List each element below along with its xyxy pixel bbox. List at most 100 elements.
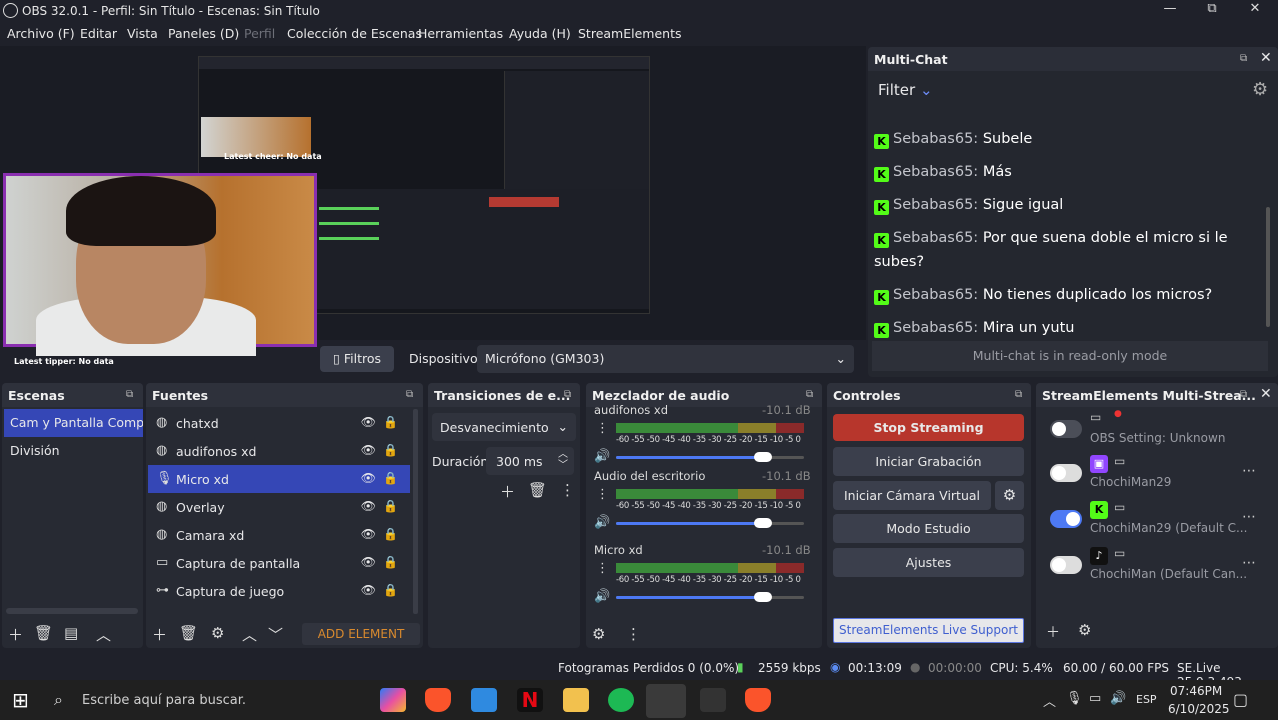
lock-icon[interactable]: 🔒 (383, 499, 398, 513)
eye-icon[interactable]: 👁 (361, 471, 376, 485)
close-button[interactable]: ✕ (1235, 1, 1275, 21)
add-icon[interactable]: ＋ (1046, 622, 1060, 642)
undock-icon[interactable]: ⧉ (126, 389, 133, 400)
more-icon[interactable]: ⋮ (596, 421, 609, 436)
undock-icon[interactable]: ⧉ (1015, 389, 1022, 400)
menu-archivo[interactable]: Archivo (F) (7, 26, 75, 41)
add-element-button[interactable]: ADD ELEMENT (302, 623, 420, 645)
source-row[interactable]: ◍ chatxd 👁 🔒 (148, 409, 410, 437)
stop-streaming-button[interactable]: Stop Streaming (833, 414, 1024, 441)
more-icon[interactable]: ⋮ (596, 561, 609, 576)
filter-dropdown[interactable]: Filter ⌄ (878, 81, 933, 99)
eye-icon[interactable]: 👁 (361, 499, 376, 513)
close-icon[interactable]: ✕ (1260, 386, 1272, 402)
spotify-icon[interactable] (608, 688, 634, 712)
eye-icon[interactable]: 👁 (361, 443, 376, 457)
trash-icon[interactable]: 🗑 (528, 481, 547, 499)
settings-button[interactable]: Ajustes (833, 548, 1024, 577)
lock-icon[interactable]: 🔒 (383, 415, 398, 429)
menu-editar[interactable]: Editar (80, 26, 117, 41)
source-row[interactable]: ◍ Overlay 👁 🔒 (148, 493, 410, 521)
speaker-icon[interactable]: 🔊 (594, 589, 610, 604)
undock-icon[interactable]: ⧉ (1240, 53, 1247, 64)
start-recording-button[interactable]: Iniciar Grabación (833, 447, 1024, 476)
undock-icon[interactable]: ⧉ (406, 389, 413, 400)
horizontal-scrollbar[interactable] (6, 608, 138, 614)
transition-select[interactable]: Desvanecimiento ⌄ (432, 413, 576, 441)
eye-icon[interactable]: 👁 (361, 527, 376, 541)
speaker-icon[interactable]: 🔊 (594, 515, 610, 530)
undock-icon[interactable]: ⧉ (564, 389, 571, 400)
store-icon[interactable] (471, 688, 497, 712)
obs-taskbar-item[interactable] (646, 684, 686, 718)
more-icon[interactable]: ⋯ (1242, 555, 1256, 571)
source-row[interactable]: ⊶ Captura de juego 👁 🔒 (148, 577, 410, 605)
add-scene-icon[interactable]: ＋ (8, 624, 23, 645)
stream-toggle[interactable] (1050, 464, 1082, 482)
eye-icon[interactable]: 👁 (361, 555, 376, 569)
chevron-down-icon[interactable]: ﹀ (268, 624, 283, 645)
volume-slider-handle[interactable] (753, 592, 772, 602)
taskbar-search[interactable]: Escribe aquí para buscar. (82, 693, 246, 708)
add-transition-icon[interactable]: ＋ (500, 481, 515, 502)
source-row[interactable]: ◍ Camara xd 👁 🔒 (148, 521, 410, 549)
lock-icon[interactable]: 🔒 (383, 555, 398, 569)
studio-mode-button[interactable]: Modo Estudio (833, 514, 1024, 543)
volume-icon[interactable]: 🔊 (1110, 691, 1126, 706)
more-icon[interactable]: ⋮ (560, 481, 575, 499)
folder-icon[interactable] (563, 688, 589, 712)
lock-icon[interactable]: 🔒 (383, 443, 398, 457)
gear-icon[interactable]: ⚙ (592, 625, 605, 643)
menu-vista[interactable]: Vista (127, 26, 158, 41)
notification-icon[interactable]: ▢ (1233, 690, 1248, 709)
stream-toggle[interactable] (1050, 420, 1082, 438)
source-row[interactable]: ◍ audifonos xd 👁 🔒 (148, 437, 410, 465)
more-icon[interactable]: ⋮ (626, 625, 641, 643)
live-support-button[interactable]: StreamElements Live Support (833, 618, 1024, 643)
clock-date[interactable]: 6/10/2025 (1168, 702, 1230, 716)
filters-button[interactable]: ▯ Filtros (320, 346, 394, 372)
chevron-up-icon[interactable]: ︿ (1043, 691, 1056, 710)
start-virtual-cam-button[interactable]: Iniciar Cámara Virtual (833, 481, 991, 510)
add-source-icon[interactable]: ＋ (152, 624, 167, 645)
gear-icon[interactable]: ⚙ (211, 624, 224, 642)
lock-icon[interactable]: 🔒 (383, 583, 398, 597)
source-row[interactable]: 🎙 Micro xd 👁 🔒 (148, 465, 410, 493)
copilot-icon[interactable] (380, 688, 406, 712)
more-icon[interactable]: ⋯ (1242, 463, 1256, 479)
duration-input[interactable]: 300 ms ︿ ﹀ (486, 447, 574, 475)
windows-start-icon[interactable]: ⊞ (12, 688, 29, 712)
close-icon[interactable]: ✕ (1260, 50, 1272, 66)
more-icon[interactable]: ⋮ (596, 487, 609, 502)
speaker-icon[interactable]: 🔊 (594, 449, 610, 464)
brave-icon[interactable] (745, 688, 771, 712)
menu-herramientas[interactable]: Herramientas (418, 26, 503, 41)
undock-icon[interactable]: ⧉ (1240, 389, 1247, 400)
clock-time[interactable]: 07:46PM (1170, 684, 1222, 698)
eye-icon[interactable]: 👁 (361, 583, 376, 597)
lock-icon[interactable]: 🔒 (383, 527, 398, 541)
restore-button[interactable]: ⧉ (1192, 1, 1232, 21)
app-icon[interactable] (700, 688, 726, 712)
trash-icon[interactable]: 🗑 (179, 624, 198, 642)
microphone-icon[interactable]: 🎙 (1066, 691, 1083, 706)
stream-toggle[interactable] (1050, 510, 1082, 528)
minimize-button[interactable]: — (1150, 1, 1190, 21)
menu-ayuda[interactable]: Ayuda (H) (509, 26, 571, 41)
source-row[interactable]: ▭ Captura de pantalla 👁 🔒 (148, 549, 410, 577)
chevron-up-icon[interactable]: ︿ (242, 624, 257, 645)
eye-icon[interactable]: 👁 (361, 415, 376, 429)
network-icon[interactable]: ▭ (1089, 691, 1101, 706)
lock-icon[interactable]: 🔒 (383, 471, 398, 485)
vertical-scrollbar[interactable] (413, 409, 418, 614)
volume-slider-handle[interactable] (753, 518, 772, 528)
trash-icon[interactable]: 🗑 (34, 624, 53, 642)
brave-icon[interactable] (425, 688, 451, 712)
gear-icon[interactable]: ⚙ (995, 481, 1024, 510)
scene-item[interactable]: Cam y Pantalla Completa (4, 409, 143, 437)
device-select[interactable]: Micrófono (GM303) ⌄ (477, 345, 854, 373)
menu-coleccion[interactable]: Colección de Escenas (287, 26, 422, 41)
gear-icon[interactable]: ⚙ (1078, 621, 1091, 639)
scene-item[interactable]: División (4, 437, 143, 465)
chevron-up-icon[interactable]: ︿ (96, 624, 111, 645)
